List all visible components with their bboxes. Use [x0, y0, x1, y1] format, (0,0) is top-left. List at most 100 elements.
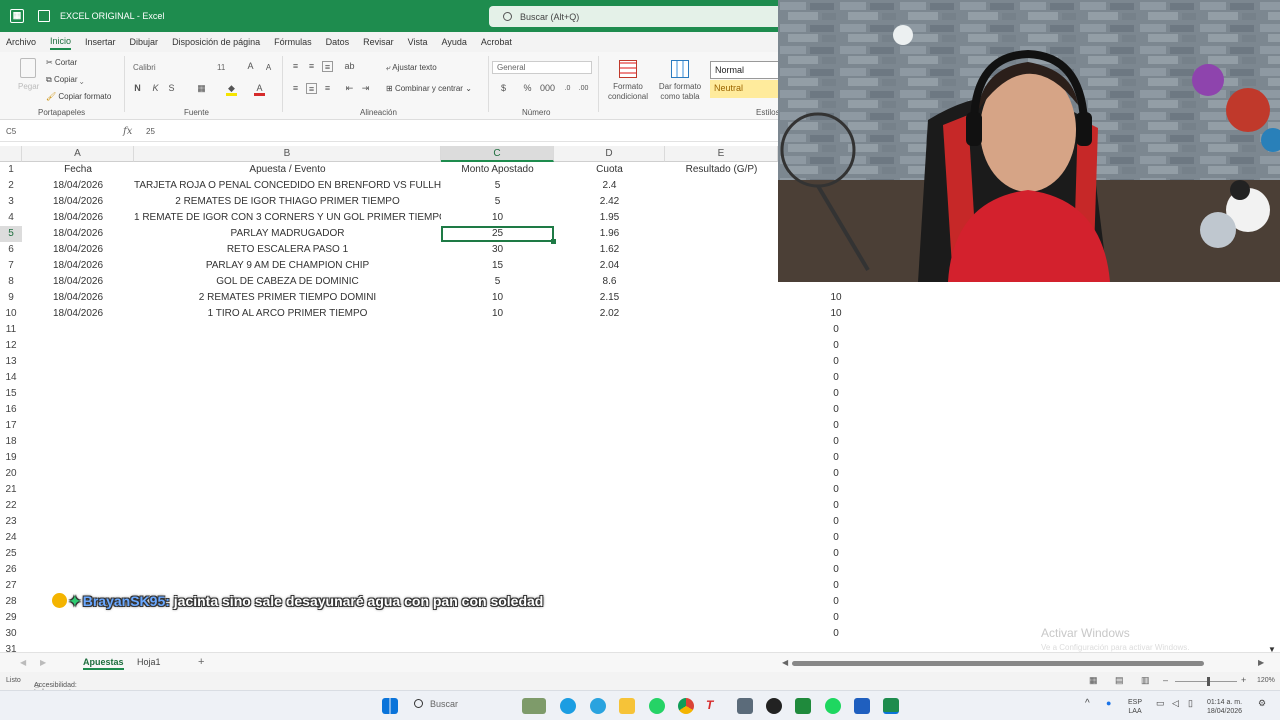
- align-left-icon[interactable]: ≡: [290, 83, 301, 94]
- tab-inicio[interactable]: Inicio: [50, 34, 72, 50]
- row-header[interactable]: 20: [0, 466, 22, 482]
- taskbar-search-icon[interactable]: [414, 699, 423, 708]
- row-header[interactable]: 5: [0, 226, 22, 242]
- save-icon[interactable]: [38, 10, 50, 22]
- data-cell-col-g[interactable]: 10: [816, 306, 856, 322]
- sheet-tab-hoja1[interactable]: Hoja1: [137, 657, 161, 667]
- header-cell[interactable]: Fecha: [22, 162, 134, 178]
- tab-ayuda[interactable]: Ayuda: [442, 35, 467, 49]
- data-cell[interactable]: 15: [441, 258, 554, 274]
- header-cell[interactable]: Monto Apostado: [441, 162, 554, 178]
- row-header[interactable]: 16: [0, 402, 22, 418]
- data-cell-col-g[interactable]: 0: [816, 354, 856, 370]
- data-cell[interactable]: 18/04/2026: [22, 242, 134, 258]
- data-cell-col-g[interactable]: 0: [816, 338, 856, 354]
- data-cell-col-g[interactable]: 0: [816, 482, 856, 498]
- format-painter-button[interactable]: 🖌 Copiar formato: [46, 92, 111, 101]
- border-icon[interactable]: ▦: [196, 83, 207, 94]
- file-explorer-icon[interactable]: [619, 698, 635, 714]
- data-cell-col-g[interactable]: 10: [816, 290, 856, 306]
- excel-taskbar-icon[interactable]: [883, 698, 899, 714]
- row-header[interactable]: 17: [0, 418, 22, 434]
- scroll-left-icon[interactable]: ◀: [782, 658, 788, 667]
- active-cell-selection[interactable]: [441, 226, 556, 244]
- data-cell-col-g[interactable]: 0: [816, 450, 856, 466]
- row-header[interactable]: 30: [0, 626, 22, 642]
- header-cell[interactable]: Resultado (G/P): [665, 162, 778, 178]
- data-cell[interactable]: 2.4: [554, 178, 665, 194]
- italic-button[interactable]: K: [150, 83, 161, 94]
- page-layout-icon[interactable]: ▤: [1115, 675, 1124, 686]
- word-icon[interactable]: [854, 698, 870, 714]
- grow-font-icon[interactable]: A: [245, 61, 256, 72]
- row-header[interactable]: 18: [0, 434, 22, 450]
- decrease-decimal-icon[interactable]: .00: [578, 83, 589, 94]
- tab-vista[interactable]: Vista: [408, 35, 428, 49]
- header-cell[interactable]: Cuota: [554, 162, 665, 178]
- calculator-icon[interactable]: [737, 698, 753, 714]
- row-header[interactable]: 6: [0, 242, 22, 258]
- font-size-select[interactable]: 11: [212, 61, 240, 74]
- page-break-icon[interactable]: ▥: [1141, 675, 1150, 686]
- zoom-thumb[interactable]: [1207, 677, 1210, 686]
- whatsapp-icon[interactable]: [649, 698, 665, 714]
- zoom-level[interactable]: 120%: [1257, 677, 1275, 684]
- tab-acrobat[interactable]: Acrobat: [481, 35, 512, 49]
- paste-button[interactable]: Pegar: [16, 58, 40, 92]
- row-header[interactable]: 12: [0, 338, 22, 354]
- data-cell[interactable]: 18/04/2026: [22, 258, 134, 274]
- row-header[interactable]: 24: [0, 530, 22, 546]
- tab-datos[interactable]: Datos: [326, 35, 350, 49]
- sheet-next-icon[interactable]: ▶: [40, 658, 46, 667]
- row-header[interactable]: 10: [0, 306, 22, 322]
- row-header[interactable]: 23: [0, 514, 22, 530]
- data-cell[interactable]: 5: [441, 274, 554, 290]
- windows-start-icon[interactable]: [382, 698, 398, 714]
- shrink-font-icon[interactable]: A: [263, 62, 274, 73]
- data-cell-col-g[interactable]: 0: [816, 498, 856, 514]
- data-cell[interactable]: TARJETA ROJA O PENAL CONCEDIDO EN BRENFO…: [134, 178, 441, 194]
- row-header[interactable]: 19: [0, 450, 22, 466]
- format-as-table-button[interactable]: Dar formato como tabla: [656, 58, 704, 104]
- align-bottom-icon[interactable]: ≡: [322, 61, 333, 72]
- data-cell[interactable]: 18/04/2026: [22, 274, 134, 290]
- data-cell-col-g[interactable]: 0: [816, 418, 856, 434]
- data-cell[interactable]: 18/04/2026: [22, 290, 134, 306]
- fill-color-icon[interactable]: ◆: [226, 83, 237, 96]
- row-header[interactable]: 25: [0, 546, 22, 562]
- volume-icon[interactable]: ◁: [1172, 699, 1179, 708]
- data-cell-col-g[interactable]: 0: [816, 546, 856, 562]
- data-cell-col-g[interactable]: 0: [816, 514, 856, 530]
- horizontal-scrollbar[interactable]: [792, 661, 1204, 666]
- chrome-icon[interactable]: [678, 698, 694, 714]
- tab-archivo[interactable]: Archivo: [6, 35, 36, 49]
- zoom-slider[interactable]: [1175, 681, 1237, 682]
- row-header[interactable]: 1: [0, 162, 22, 178]
- style-normal[interactable]: Normal: [710, 61, 780, 79]
- data-cell[interactable]: 1 REMATE DE IGOR CON 3 CORNERS Y UN GOL …: [134, 210, 441, 226]
- search-box[interactable]: Buscar (Alt+Q): [489, 6, 780, 27]
- data-cell[interactable]: 2.15: [554, 290, 665, 306]
- row-header[interactable]: 29: [0, 610, 22, 626]
- media-icon[interactable]: [795, 698, 811, 714]
- select-all-corner[interactable]: [0, 146, 22, 162]
- merge-center-button[interactable]: ⊞ Combinar y centrar ⌄: [386, 84, 472, 93]
- row-header[interactable]: 27: [0, 578, 22, 594]
- row-header[interactable]: 2: [0, 178, 22, 194]
- data-cell[interactable]: 5: [441, 194, 554, 210]
- data-cell[interactable]: 1.95: [554, 210, 665, 226]
- notifications-icon[interactable]: ⚙: [1258, 699, 1266, 708]
- data-cell-col-g[interactable]: 0: [816, 610, 856, 626]
- clock[interactable]: 01:14 a. m. 18/04/2026: [1207, 698, 1242, 716]
- data-cell[interactable]: 2 REMATES DE IGOR THIAGO PRIMER TIEMPO: [134, 194, 441, 210]
- data-cell[interactable]: 5: [441, 178, 554, 194]
- tab-insertar[interactable]: Insertar: [85, 35, 116, 49]
- data-cell-col-g[interactable]: 0: [816, 434, 856, 450]
- battery-icon[interactable]: ▯: [1188, 699, 1193, 708]
- scroll-right-icon[interactable]: ▶: [1258, 658, 1264, 667]
- row-header[interactable]: 26: [0, 562, 22, 578]
- decrease-indent-icon[interactable]: ⇤: [344, 83, 355, 94]
- data-cell[interactable]: 10: [441, 210, 554, 226]
- data-cell-col-g[interactable]: 0: [816, 466, 856, 482]
- copy-button[interactable]: ⧉ Copiar ⌄: [46, 75, 84, 85]
